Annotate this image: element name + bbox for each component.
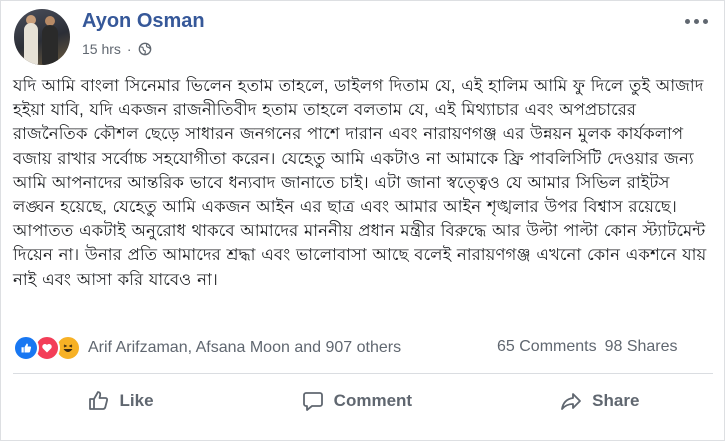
divider xyxy=(13,373,713,374)
post-time[interactable]: 15 hrs xyxy=(82,41,121,57)
author-name[interactable]: Ayon Osman xyxy=(82,10,205,33)
like-icon xyxy=(13,335,39,361)
reaction-summary[interactable]: Arif Arifzaman, Afsana Moon and 907 othe… xyxy=(13,335,401,361)
avatar-figure xyxy=(42,25,58,65)
more-options-icon[interactable] xyxy=(685,19,708,24)
comment-icon xyxy=(302,392,323,411)
engagement-counts: 65 Comments 98 Shares xyxy=(497,338,678,356)
comment-label: Comment xyxy=(333,391,413,410)
globe-icon[interactable] xyxy=(138,42,152,56)
avatar[interactable] xyxy=(14,9,70,65)
meta-separator: · xyxy=(126,41,132,57)
like-button[interactable]: Like xyxy=(73,385,168,417)
comment-count[interactable]: 65 Comments xyxy=(497,338,597,356)
post-card: Ayon Osman 15 hrs · যদি আমি বাংলা সিনেমা… xyxy=(0,0,725,441)
share-count[interactable]: 98 Shares xyxy=(605,338,678,356)
reaction-names[interactable]: Arif Arifzaman, Afsana Moon and 907 othe… xyxy=(88,339,401,357)
share-label: Share xyxy=(592,391,640,410)
thumbs-up-icon xyxy=(88,391,108,410)
avatar-figure xyxy=(24,23,38,65)
action-bar: Like Comment Share xyxy=(13,385,713,417)
post-body: যদি আমি বাংলা সিনেমার ভিলেন হতাম তাহলে, … xyxy=(13,77,707,289)
comment-button[interactable]: Comment xyxy=(287,385,426,417)
post-meta: 15 hrs · xyxy=(82,41,152,57)
like-label: Like xyxy=(119,391,154,410)
share-icon xyxy=(561,393,582,410)
share-button[interactable]: Share xyxy=(545,385,653,417)
